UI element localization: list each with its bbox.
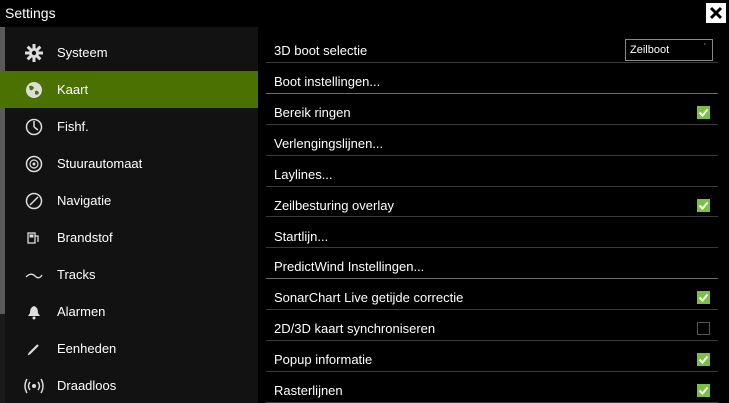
setting-label: 2D/3D kaart synchroniseren bbox=[274, 321, 436, 337]
setting-label: Boot instellingen... bbox=[274, 73, 381, 89]
setting-row-predictwind-instellingen[interactable]: PredictWind Instellingen... bbox=[266, 248, 718, 280]
sidebar-item-label: Alarmen bbox=[57, 304, 106, 319]
globe-icon bbox=[24, 80, 44, 100]
setting-row-boot-instellingen[interactable]: Boot instellingen... bbox=[266, 63, 718, 94]
sidebar-item-tracks[interactable]: Tracks bbox=[0, 256, 258, 293]
setting-label: Bereik ringen bbox=[274, 104, 351, 120]
sidebar-item-brandstof[interactable]: Brandstof bbox=[0, 219, 258, 256]
sidebar-item-fishf[interactable]: Fishf. bbox=[0, 108, 258, 145]
setting-row-bereik-ringen[interactable]: Bereik ringen bbox=[266, 94, 718, 125]
setting-row-popup-informatie[interactable]: Popup informatie bbox=[266, 341, 718, 373]
setting-row-startlijn[interactable]: Startlijn... bbox=[266, 218, 718, 249]
setting-row-verlengingslijnen[interactable]: Verlengingslijnen... bbox=[266, 125, 718, 156]
fuel-icon bbox=[24, 228, 44, 248]
fishfinder-icon bbox=[24, 117, 44, 137]
close-icon bbox=[709, 6, 723, 20]
gear-icon bbox=[24, 43, 44, 63]
sonarchart-tide-correction-checkbox[interactable] bbox=[697, 291, 710, 305]
window-title: Settings bbox=[5, 5, 56, 21]
sidebar-item-label: Systeem bbox=[57, 45, 108, 60]
select-value: Zeilboot bbox=[630, 44, 670, 56]
sidebar-item-navigatie[interactable]: Navigatie bbox=[0, 182, 258, 219]
range-rings-checkbox[interactable] bbox=[697, 105, 710, 119]
chevron-down-icon: ˙ bbox=[703, 43, 707, 54]
sidebar: Systeem Kaart Fishf. Stuurautomaat Navig… bbox=[0, 27, 258, 403]
sidebar-item-alarmen[interactable]: Alarmen bbox=[0, 293, 258, 330]
setting-row-zeilbesturing-overlay[interactable]: Zeilbesturing overlay bbox=[266, 187, 718, 218]
sidebar-item-stuurautomaat[interactable]: Stuurautomaat bbox=[0, 145, 258, 182]
compass-icon bbox=[24, 191, 44, 211]
sidebar-item-eenheden[interactable]: Eenheden bbox=[0, 330, 258, 367]
pencil-icon bbox=[24, 339, 44, 359]
close-button[interactable] bbox=[706, 3, 726, 23]
setting-row-sonarchart-live[interactable]: SonarChart Live getijde correctie bbox=[266, 279, 718, 311]
setting-label: SonarChart Live getijde correctie bbox=[274, 290, 464, 306]
sidebar-item-label: Kaart bbox=[57, 82, 89, 97]
setting-row-laylines[interactable]: Laylines... bbox=[266, 156, 718, 187]
setting-label: Popup informatie bbox=[274, 352, 373, 368]
setting-row-2d-3d-sync[interactable]: 2D/3D kaart synchroniseren bbox=[266, 310, 718, 342]
setting-label: PredictWind Instellingen... bbox=[274, 259, 425, 275]
setting-label: Rasterlijnen bbox=[274, 383, 343, 399]
boat-type-select[interactable]: Zeilboot ˙ bbox=[625, 39, 713, 61]
sync-2d-3d-checkbox[interactable] bbox=[697, 322, 710, 336]
grid-lines-checkbox[interactable] bbox=[697, 384, 710, 398]
bell-icon bbox=[24, 302, 44, 322]
sidebar-item-draadloos[interactable]: Draadloos bbox=[0, 367, 258, 403]
sidebar-item-label: Brandstof bbox=[57, 230, 113, 245]
track-icon bbox=[24, 265, 44, 285]
settings-panel: 3D boot selectie Zeilboot ˙ Boot instell… bbox=[258, 27, 729, 403]
sidebar-item-label: Fishf. bbox=[57, 119, 89, 134]
sidebar-item-label: Eenheden bbox=[57, 341, 117, 356]
autopilot-icon bbox=[24, 154, 44, 174]
sidebar-item-systeem[interactable]: Systeem bbox=[0, 34, 258, 71]
wireless-icon bbox=[24, 376, 44, 396]
setting-label: Laylines... bbox=[274, 166, 333, 182]
setting-label: Startlijn... bbox=[274, 228, 329, 244]
sidebar-item-kaart[interactable]: Kaart bbox=[0, 71, 258, 108]
setting-row-3d-boot-selectie[interactable]: 3D boot selectie Zeilboot ˙ bbox=[266, 32, 718, 63]
setting-row-rasterlijnen[interactable]: Rasterlijnen bbox=[266, 372, 718, 403]
setting-label: Zeilbesturing overlay bbox=[274, 197, 394, 213]
sidebar-item-label: Tracks bbox=[57, 267, 96, 282]
sidebar-item-label: Navigatie bbox=[57, 193, 112, 208]
setting-label: 3D boot selectie bbox=[274, 43, 368, 58]
popup-information-checkbox[interactable] bbox=[697, 353, 710, 367]
title-bar: Settings bbox=[0, 0, 729, 27]
sail-steering-overlay-checkbox[interactable] bbox=[697, 198, 710, 212]
sidebar-item-label: Stuurautomaat bbox=[57, 156, 143, 171]
setting-label: Verlengingslijnen... bbox=[274, 135, 384, 151]
sidebar-item-label: Draadloos bbox=[57, 378, 117, 393]
